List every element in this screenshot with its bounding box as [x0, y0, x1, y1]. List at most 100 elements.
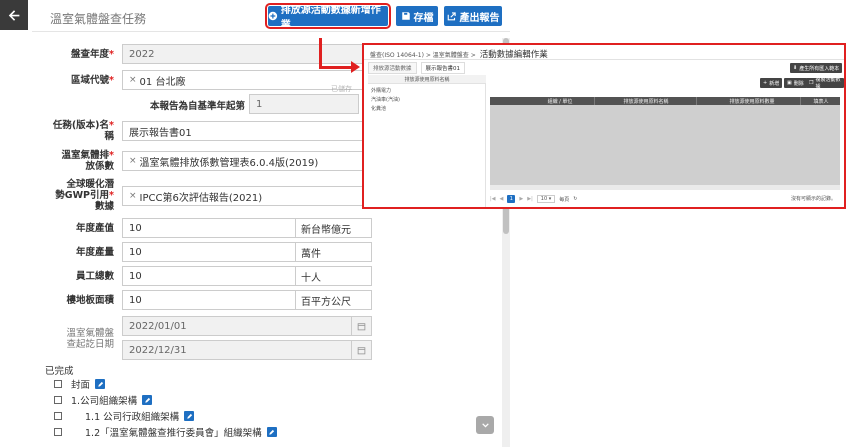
completed-heading: 已完成	[45, 366, 74, 377]
prev-page-icon[interactable]: ◀	[500, 196, 504, 202]
copy-activity-data-button[interactable]: ❐ 複製活動數據	[806, 77, 844, 90]
floor-area-input[interactable]: 10	[122, 290, 296, 310]
source-list-item[interactable]: 外購電力	[371, 87, 391, 94]
column-divider	[800, 97, 801, 105]
callout-arrow-line	[319, 38, 322, 68]
tree-checkbox[interactable]	[54, 428, 62, 436]
inventory-year-field: 2022	[122, 44, 372, 64]
grid-col-org-unit[interactable]: 組織 / 單位	[530, 98, 590, 105]
popup-tab-report[interactable]: 展示報告書01	[420, 62, 466, 74]
plus-circle-icon	[268, 11, 278, 21]
popup-delete-label: 刪除	[793, 80, 804, 87]
current-page[interactable]: 1	[507, 195, 516, 203]
add-emission-source-label: 排放源活動數據新增作業	[280, 5, 381, 31]
emission-factor-select[interactable]: × 溫室氣體排放係數管理表6.0.4版(2019)	[122, 151, 372, 171]
gwp-select[interactable]: × IPCC第6次評估報告(2021)	[122, 186, 372, 206]
back-button[interactable]	[0, 0, 28, 30]
export-icon	[447, 12, 456, 21]
add-emission-source-button[interactable]: 排放源活動數據新增作業	[265, 3, 391, 31]
annual-output-value-label: 年度產值	[75, 223, 114, 234]
site-code-label: 區域代號*	[71, 75, 114, 86]
popup-add-label: 新增	[769, 80, 780, 87]
popup-data-grid: 組織 / 單位 排放源使用原料名稱 排放源使用原料數量 填表人	[490, 97, 840, 190]
chevron-down-icon	[481, 422, 489, 428]
floor-area-label: 樓地板面積	[66, 295, 114, 306]
edit-icon[interactable]	[184, 411, 195, 421]
remove-tag-icon[interactable]: ×	[129, 191, 137, 201]
popup-delete-button[interactable]: ▣ 刪除	[784, 78, 807, 88]
export-report-label: 產出報告	[459, 12, 500, 24]
gwp-value: IPCC第6次評估報告(2021)	[139, 192, 263, 204]
page-title: 溫室氣體盤查任務	[50, 12, 147, 26]
popup-pager: |◀ ◀ 1 ▶ ▶| 10 ▾ 每頁 ↻ 沒有可顯示的記錄。	[490, 193, 840, 205]
emission-factor-value: 溫室氣體排放係數管理表6.0.4版(2019)	[139, 157, 319, 169]
floppy-disk-icon	[401, 12, 410, 20]
grid-col-source-name[interactable]: 排放源使用原料名稱	[602, 98, 690, 105]
per-page-select[interactable]: 10 ▾	[536, 195, 556, 203]
source-list-item[interactable]: 化糞池	[371, 105, 386, 112]
no-records-text: 沒有可顯示的記錄。	[790, 196, 836, 202]
tree-item-admin-org[interactable]: 1.1 公司行政組織架構	[54, 409, 195, 423]
callout-arrow-line	[319, 66, 353, 69]
popup-breadcrumb-path: 盤查(ISO 14064-1) > 溫室氣體盤查 >	[370, 52, 476, 59]
popup-source-list-header: 排放源使用原料名稱	[368, 75, 486, 84]
employee-count-input[interactable]: 10	[122, 266, 296, 286]
edit-icon[interactable]	[142, 395, 153, 405]
floor-area-unit: 百平方公尺	[296, 290, 372, 310]
save-label: 存檔	[413, 12, 434, 24]
per-page-value: 10	[540, 196, 548, 202]
task-name-input[interactable]: 展示報告書01	[122, 121, 372, 141]
tree-item-label: 封面	[71, 380, 91, 391]
tree-checkbox[interactable]	[54, 412, 62, 420]
grid-col-source-qty[interactable]: 排放源使用原料數量	[708, 98, 796, 105]
calendar-icon	[352, 316, 372, 336]
popup-grid-header: 組織 / 單位 排放源使用原料名稱 排放源使用原料數量 填表人	[490, 97, 840, 105]
tree-checkbox[interactable]	[54, 380, 62, 388]
scroll-down-button[interactable]	[476, 416, 494, 434]
tree-item-org[interactable]: 1.公司組織架構	[54, 393, 153, 407]
trash-icon: ▣	[787, 80, 792, 86]
copy-icon: ❐	[809, 80, 814, 86]
popup-tabs: 排放源活動數據 展示報告書01	[368, 62, 466, 74]
employee-count-label: 員工總數	[75, 271, 114, 282]
saved-stamp: 已儲存	[331, 85, 352, 93]
column-divider	[696, 97, 697, 105]
annual-output-label: 年度產量	[75, 247, 114, 258]
remove-tag-icon[interactable]: ×	[129, 156, 137, 166]
annual-output-value-unit: 新台幣億元	[296, 218, 372, 238]
tree-checkbox[interactable]	[54, 396, 62, 404]
tree-item-label: 1.公司組織架構	[71, 396, 138, 407]
refresh-icon[interactable]: ↻	[573, 196, 577, 202]
gwp-label: 全球暖化潛 勢GWP引用* 數據	[55, 179, 114, 212]
base-year-field: 1	[249, 94, 359, 114]
edit-icon[interactable]	[95, 379, 106, 389]
save-button[interactable]: 存檔	[396, 6, 438, 26]
tree-item-label: 1.1 公司行政組織架構	[85, 412, 180, 423]
employee-count-unit: 十人	[296, 266, 372, 286]
source-list-item[interactable]: 汽油車(汽油)	[371, 96, 400, 103]
first-page-icon[interactable]: |◀	[490, 196, 496, 202]
window-header: 溫室氣體盤查任務 排放源活動數據新增作業 存檔 產出報告	[32, 0, 510, 32]
edit-icon[interactable]	[266, 427, 277, 437]
popup-add-button[interactable]: + 新增	[760, 78, 783, 88]
generate-import-templates-label: 產生所有匯入範本	[799, 65, 840, 72]
plus-icon: +	[763, 80, 768, 86]
next-page-icon[interactable]: ▶	[519, 196, 523, 202]
tree-item-committee[interactable]: 1.2「溫室氣體盤查推行委員會」組織架構	[54, 425, 277, 439]
remove-tag-icon[interactable]: ×	[129, 75, 137, 85]
last-page-icon[interactable]: ▶|	[527, 196, 533, 202]
popup-tab-activity-data[interactable]: 排放源活動數據	[368, 62, 417, 74]
annual-output-input[interactable]: 10	[122, 242, 296, 262]
per-page-suffix: 每頁	[559, 196, 570, 203]
site-code-value: 01 台北廠	[139, 76, 186, 88]
inventory-year-label: 盤查年度*	[71, 49, 114, 60]
grid-horizontal-scrollbar[interactable]	[490, 185, 840, 190]
callout-arrow-head	[351, 61, 360, 73]
tree-item-cover[interactable]: 封面	[54, 377, 106, 391]
export-report-button[interactable]: 產出報告	[444, 6, 502, 26]
generate-import-templates-button[interactable]: ⬇ 產生所有匯入範本	[790, 63, 843, 73]
grid-col-filler[interactable]: 填表人	[804, 98, 838, 105]
emission-factor-label: 溫室氣體排* 放係數	[61, 150, 114, 172]
arrow-left-icon	[8, 9, 19, 21]
annual-output-value-input[interactable]: 10	[122, 218, 296, 238]
